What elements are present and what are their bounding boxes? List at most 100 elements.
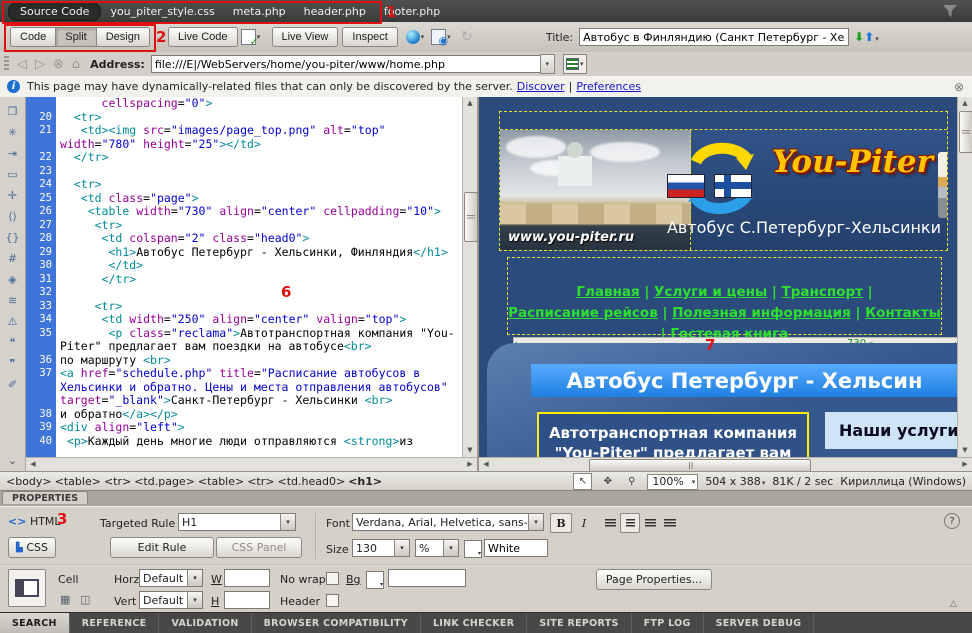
help-icon[interactable]: ?: [944, 513, 960, 529]
validate-markup-icon[interactable]: ✓▾: [240, 27, 262, 47]
close-info-bar-icon[interactable]: ⊗: [954, 80, 964, 94]
remove-comment-icon[interactable]: ❞: [3, 354, 23, 373]
scroll-down-icon[interactable]: ▼: [463, 444, 477, 457]
bottom-tab-server-debug[interactable]: SERVER DEBUG: [704, 613, 815, 633]
select-tool-icon[interactable]: ↖: [573, 473, 592, 490]
design-nav-link[interactable]: Транспорт: [782, 284, 863, 300]
css-mode-button[interactable]: ▙ CSS: [8, 537, 56, 558]
html-mode-button[interactable]: <> HTML: [8, 515, 61, 528]
live-view-button[interactable]: Live View: [272, 27, 339, 47]
code-editor[interactable]: cellspacing="0">20 <tr>21 <td><img src="…: [26, 97, 462, 457]
scroll-down-icon[interactable]: ▼: [958, 444, 972, 457]
bottom-tab-reference[interactable]: REFERENCE: [70, 613, 160, 633]
open-documents-icon[interactable]: ❐: [3, 102, 23, 121]
tag-selector-item[interactable]: <td.page>: [134, 475, 195, 488]
word-wrap-icon[interactable]: ≋: [3, 291, 23, 310]
width-input[interactable]: [224, 569, 270, 587]
align-justify-button[interactable]: [660, 513, 680, 533]
address-input[interactable]: [151, 55, 541, 73]
scroll-right-icon[interactable]: ▶: [958, 458, 972, 471]
refresh-icon[interactable]: ↻: [456, 27, 478, 47]
bg-color-swatch[interactable]: ▾: [366, 571, 384, 589]
design-vertical-scrollbar[interactable]: ▲ ▼: [957, 97, 972, 457]
related-file-tab[interactable]: footer.php: [384, 5, 440, 18]
scroll-left-icon[interactable]: ◀: [479, 458, 493, 471]
syntax-error-alerts-icon[interactable]: ⚠: [3, 312, 23, 331]
targeted-rule-combo[interactable]: H1▾: [178, 513, 296, 531]
expand-all-icon[interactable]: ✛: [3, 186, 23, 205]
show-code-navigator-icon[interactable]: ✳: [3, 123, 23, 142]
preferences-link[interactable]: Preferences: [576, 80, 641, 93]
tag-selector-item[interactable]: <tr>: [104, 475, 131, 488]
toolbar-grip[interactable]: [4, 56, 9, 72]
hand-tool-icon[interactable]: ✥: [599, 474, 616, 489]
home-icon[interactable]: ⌂: [72, 57, 80, 72]
size-unit-combo[interactable]: %▾: [415, 539, 459, 557]
file-get-put-icon[interactable]: ⬇⬆▾: [854, 30, 879, 44]
align-left-button[interactable]: [600, 513, 620, 533]
back-icon[interactable]: ◁: [17, 57, 27, 72]
scroll-up-icon[interactable]: ▲: [958, 97, 972, 110]
tag-selector-item[interactable]: <td.head0>: [278, 475, 346, 488]
design-horizontal-scrollbar[interactable]: ◀ ▶: [479, 457, 972, 471]
scroll-right-icon[interactable]: ▶: [463, 458, 477, 471]
text-color-swatch[interactable]: ▾: [464, 540, 482, 558]
height-input[interactable]: [224, 591, 270, 609]
split-cell-icon[interactable]: ◫: [80, 593, 90, 606]
tag-selector-item[interactable]: <body>: [6, 475, 52, 488]
bold-button[interactable]: B: [550, 513, 572, 533]
edit-rule-button[interactable]: Edit Rule: [110, 537, 214, 558]
code-horizontal-scrollbar[interactable]: ◀ ▶: [26, 457, 477, 471]
services-cell[interactable]: Наши услуги: [825, 412, 957, 449]
font-combo[interactable]: Verdana, Arial, Helvetica, sans-serif▾: [352, 513, 544, 531]
scroll-up-icon[interactable]: ▲: [463, 97, 477, 110]
inspect-button[interactable]: Inspect: [342, 27, 397, 47]
view-options-icon[interactable]: ▾: [563, 54, 587, 74]
promo-cell[interactable]: Автотранспортная компания "You-Piter" пр…: [537, 412, 809, 457]
indent-code-icon[interactable]: ✐: [3, 375, 23, 394]
tag-selector-item[interactable]: <table>: [198, 475, 244, 488]
header-checkbox[interactable]: [326, 594, 339, 607]
scroll-left-icon[interactable]: ◀: [26, 458, 40, 471]
horz-combo[interactable]: Default▾: [139, 569, 203, 587]
related-file-tab[interactable]: you_piter_style.css: [110, 5, 214, 18]
line-numbers-icon[interactable]: #: [3, 249, 23, 268]
stop-icon[interactable]: ⊗: [53, 57, 64, 72]
bottom-tab-validation[interactable]: VALIDATION: [159, 613, 251, 633]
related-file-tab[interactable]: header.php: [304, 5, 366, 18]
live-code-button[interactable]: Live Code: [168, 27, 238, 47]
design-nav-link[interactable]: Контакты: [865, 305, 941, 321]
design-page-table[interactable]: You-Piter Автобус С.Петербург-Хельсинки …: [499, 111, 948, 251]
bottom-tab-search[interactable]: SEARCH: [0, 613, 70, 633]
italic-button[interactable]: I: [573, 513, 595, 533]
text-color-input[interactable]: [484, 539, 548, 557]
filter-icon[interactable]: [942, 4, 958, 21]
tag-selector-item[interactable]: <h1>: [348, 475, 382, 488]
source-code-tab[interactable]: Source Code: [8, 2, 101, 21]
more-options-icon[interactable]: ⌄: [3, 451, 23, 470]
design-empty-row[interactable]: [500, 112, 947, 130]
code-view-button[interactable]: Code: [10, 27, 55, 47]
design-nav-link[interactable]: Расписание рейсов: [508, 305, 658, 321]
page-properties-button[interactable]: Page Properties...: [596, 569, 712, 590]
bottom-tab-site-reports[interactable]: SITE REPORTS: [527, 613, 631, 633]
design-nav-link[interactable]: Полезная информация: [672, 305, 851, 321]
design-nav-link[interactable]: Главная: [576, 284, 639, 300]
design-nav-link[interactable]: Услуги и цены: [654, 284, 767, 300]
design-view-button[interactable]: Design: [96, 27, 150, 47]
css-panel-button[interactable]: CSS Panel: [216, 537, 302, 558]
align-right-button[interactable]: [640, 513, 660, 533]
bg-color-input[interactable]: [388, 569, 466, 587]
code-vertical-scrollbar[interactable]: ▲ ▼: [462, 97, 477, 457]
balance-braces-icon[interactable]: {}: [3, 228, 23, 247]
zoom-tool-icon[interactable]: ⚲: [623, 474, 640, 489]
page-title-input[interactable]: [579, 28, 849, 46]
merge-cells-icon[interactable]: ▦: [60, 593, 70, 606]
magnification-combo[interactable]: 100%▾: [647, 474, 698, 490]
design-heading[interactable]: Автобус Петербург - Хельсин: [531, 364, 957, 397]
apply-comment-icon[interactable]: ❝: [3, 333, 23, 352]
panel-collapse-icon[interactable]: △: [950, 599, 957, 609]
no-wrap-checkbox[interactable]: [326, 572, 339, 585]
design-scroll-thumb[interactable]: [959, 111, 972, 153]
size-combo[interactable]: 130▾: [352, 539, 410, 557]
